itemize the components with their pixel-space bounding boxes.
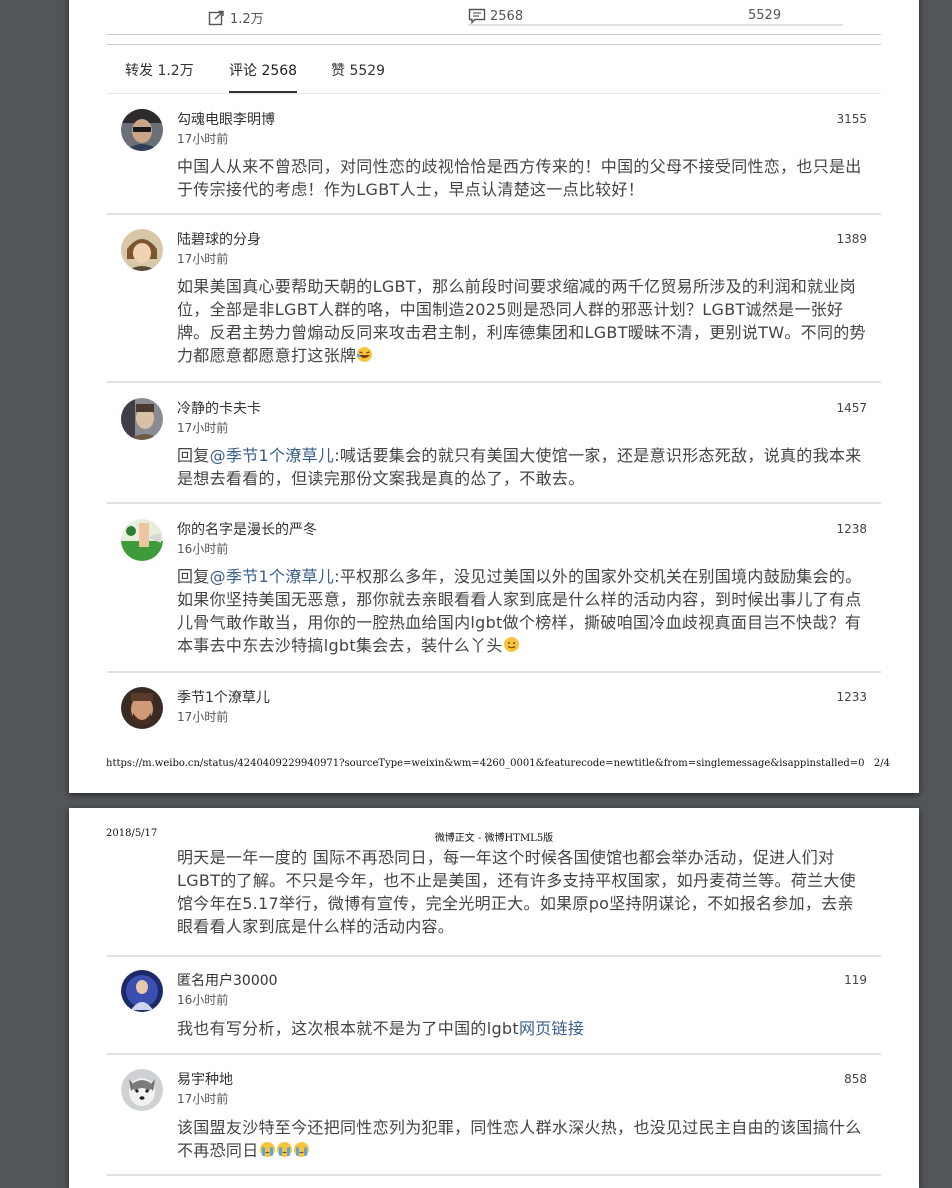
comment-time: 17小时前 xyxy=(177,132,229,146)
reply-prefix: 回复 xyxy=(177,567,210,586)
avatar[interactable] xyxy=(121,229,163,271)
divider xyxy=(107,34,881,35)
reply-prefix: 回复 xyxy=(177,446,210,465)
comment-text: 如果美国真心要帮助天朝的LGBT，那么前段时间要求缩减的两千亿贸易所涉及的利润和… xyxy=(177,275,867,367)
mention-link[interactable]: @季节1个潦草儿 xyxy=(210,446,335,465)
comment-text: 回复@季节1个潦草儿:喊话要集会的就只有美国大使馆一家，还是意识形态死敌，说真的… xyxy=(177,444,867,490)
crying-emoji xyxy=(293,1142,309,1157)
comment-likes[interactable]: 1389 xyxy=(836,232,867,246)
comment-username[interactable]: 季节1个潦草儿 xyxy=(177,687,270,707)
crying-emoji xyxy=(276,1142,292,1157)
mention-link[interactable]: @季节1个潦草儿 xyxy=(210,567,335,586)
comment-text: 回复@季节1个潦草儿:平权那么多年，没见过美国以外的国家外交机关在别国境内鼓励集… xyxy=(177,565,867,657)
like-action[interactable]: 5529 xyxy=(748,8,781,23)
laugh-cry-emoji xyxy=(357,347,373,362)
tab-likes[interactable]: 赞 5529 xyxy=(331,60,385,91)
comment-likes[interactable]: 3155 xyxy=(836,112,867,126)
comment-text-continued: 明天是一年一度的 国际不再恐同日，每一年这个时候各国使馆也都会举办活动，促进人们… xyxy=(177,848,856,936)
pdf-page-2: 1.2万 2568 5529 转发 1.2万 评论 2568 赞 5529 勾魂… xyxy=(69,0,919,793)
comment-username[interactable]: 陆碧球的分身 xyxy=(177,229,261,249)
divider xyxy=(107,44,881,45)
like-count: 5529 xyxy=(748,8,782,23)
divider xyxy=(107,955,881,957)
web-link[interactable]: 网页链接 xyxy=(519,1019,584,1038)
comment-time: 16小时前 xyxy=(177,542,229,556)
comment-time: 16小时前 xyxy=(177,993,229,1007)
comment-text-body: 如果美国真心要帮助天朝的LGBT，那么前段时间要求缩减的两千亿贸易所涉及的利润和… xyxy=(177,277,866,365)
comment-time: 17小时前 xyxy=(177,252,229,266)
page-number: 2/4 xyxy=(873,758,890,769)
comment-username[interactable]: 勾魂电眼李明博 xyxy=(177,109,275,129)
repost-action[interactable]: 1.2万 xyxy=(208,8,264,27)
comment-item: 匿名用户30000 16小时前 119 我也有写分析，这次根本就不是为了中国的l… xyxy=(107,970,881,1055)
comment-icon xyxy=(468,8,486,24)
footer-url: https://m.weibo.cn/status/42404092299409… xyxy=(106,758,865,769)
repost-icon xyxy=(208,10,224,25)
comment-likes[interactable]: 858 xyxy=(844,1072,867,1086)
comment-item: 易宇种地 17小时前 858 该国盟友沙特至今还把同性恋列为犯罪，同性恋人群水深… xyxy=(107,1069,881,1176)
comment-username[interactable]: 易宇种地 xyxy=(177,1069,233,1089)
tab-bar: 转发 1.2万 评论 2568 赞 5529 xyxy=(107,48,881,94)
avatar[interactable] xyxy=(121,970,163,1012)
comment-text: 我也有写分析，这次根本就不是为了中国的lgbt网页链接 xyxy=(177,1017,867,1040)
comment-text-body: 我也有写分析，这次根本就不是为了中国的lgbt xyxy=(177,1019,519,1038)
comment-text: 中国人从来不曾恐同，对同性恋的歧视恰恰是西方传来的！中国的父母不接受同性恋，也只… xyxy=(177,157,862,199)
comment-text: 该国盟友沙特至今还把同性恋列为犯罪，同性恋人群水深火热，也没见过民主自由的该国搞… xyxy=(177,1116,867,1162)
comment-item: 你的名字是漫长的严冬 16小时前 1238 回复@季节1个潦草儿:平权那么多年，… xyxy=(107,519,881,673)
comment-username[interactable]: 冷静的卡夫卡 xyxy=(177,398,261,418)
avatar[interactable] xyxy=(121,398,163,440)
tab-reposts[interactable]: 转发 1.2万 xyxy=(125,60,194,91)
avatar[interactable] xyxy=(121,519,163,561)
comment-likes[interactable]: 1233 xyxy=(836,690,867,704)
avatar[interactable] xyxy=(121,687,163,729)
smile-emoji xyxy=(503,637,519,652)
comment-time: 17小时前 xyxy=(177,1092,229,1106)
tab-comments[interactable]: 评论 2568 xyxy=(229,60,298,93)
comment-item: 陆碧球的分身 17小时前 1389 如果美国真心要帮助天朝的LGBT，那么前段时… xyxy=(107,229,881,383)
comment-item: 勾魂电眼李明博 17小时前 3155 中国人从来不曾恐同，对同性恋的歧视恰恰是西… xyxy=(107,109,881,215)
comment-likes[interactable]: 1457 xyxy=(836,401,867,415)
comment-likes[interactable]: 1238 xyxy=(836,522,867,536)
comment-action[interactable]: 2568 xyxy=(468,8,843,26)
crying-emoji xyxy=(259,1142,275,1157)
comment-likes[interactable]: 119 xyxy=(844,973,867,987)
avatar[interactable] xyxy=(121,109,163,151)
comment-count: 2568 xyxy=(490,8,524,24)
comment-username[interactable]: 你的名字是漫长的严冬 xyxy=(177,519,317,539)
comment-time: 17小时前 xyxy=(177,710,229,724)
print-title: 微博正文 - 微博HTML5版 xyxy=(434,833,554,844)
pdf-page-3: 2018/5/17 微博正文 - 微博HTML5版 明天是一年一度的 国际不再恐… xyxy=(69,808,919,1188)
comment-time: 17小时前 xyxy=(177,421,229,435)
comment-item: 冷静的卡夫卡 17小时前 1457 回复@季节1个潦草儿:喊话要集会的就只有美国… xyxy=(107,398,881,504)
repost-count: 1.2万 xyxy=(230,12,264,27)
comment-item: 季节1个潦草儿 17小时前 1233 xyxy=(107,687,881,737)
comment-username[interactable]: 匿名用户30000 xyxy=(177,970,278,990)
action-bar: 1.2万 2568 5529 xyxy=(107,0,881,30)
avatar[interactable] xyxy=(121,1069,163,1111)
